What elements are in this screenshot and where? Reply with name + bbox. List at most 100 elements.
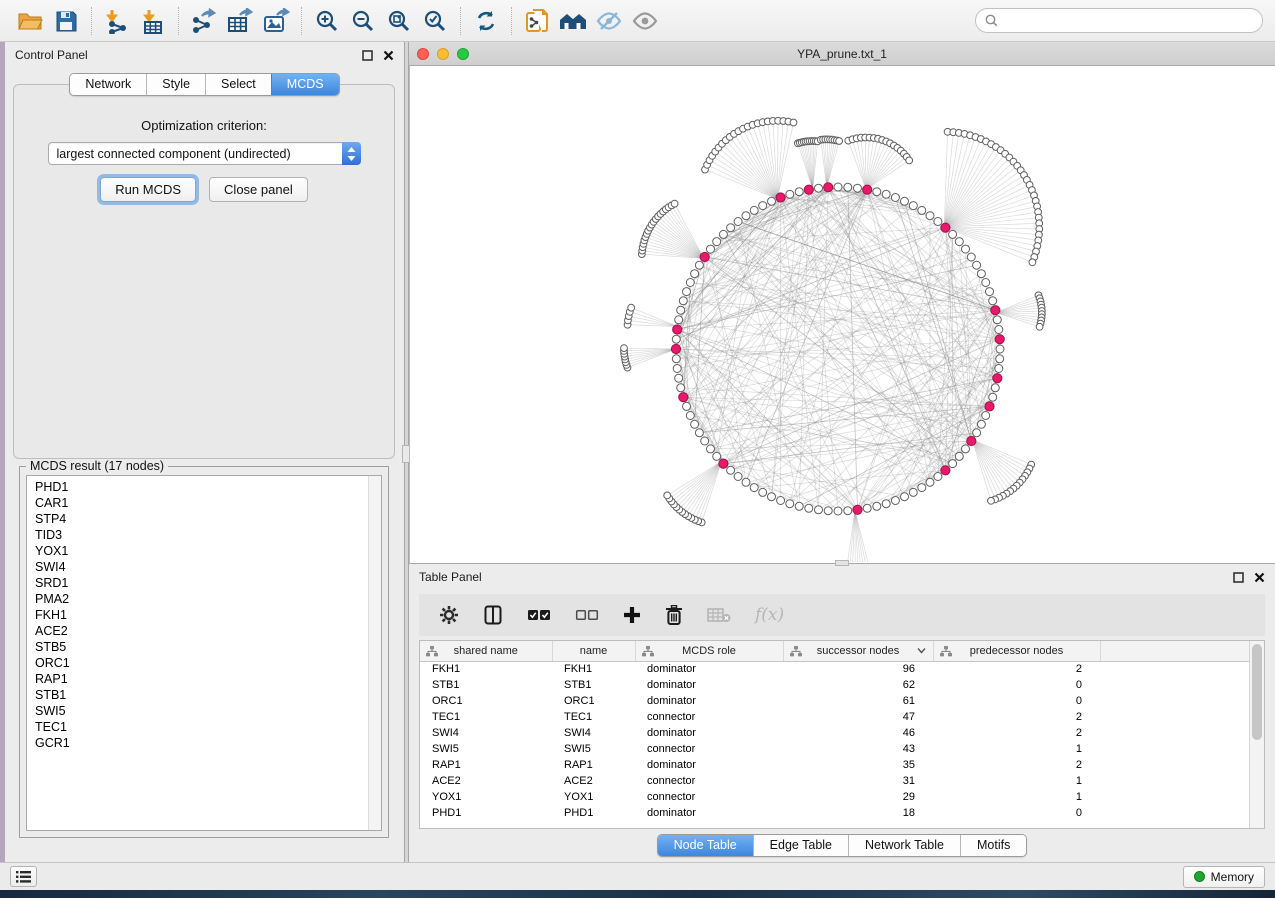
network-node[interactable] — [675, 316, 683, 324]
table-row[interactable]: SWI4SWI4dominator462 — [420, 725, 1251, 741]
network-node[interactable] — [795, 188, 803, 196]
network-node[interactable] — [982, 412, 990, 420]
network-node[interactable] — [955, 238, 963, 246]
mcds-result-item[interactable]: TEC1 — [27, 719, 381, 735]
network-node[interactable] — [805, 504, 813, 512]
deselect-all-icon[interactable] — [575, 608, 599, 622]
network-node[interactable] — [701, 437, 709, 445]
network-node[interactable] — [795, 502, 803, 510]
add-column-icon[interactable] — [623, 606, 641, 624]
network-node[interactable] — [759, 202, 767, 210]
mcds-hub-node[interactable] — [985, 402, 994, 411]
zoom-in-icon[interactable] — [309, 6, 345, 36]
network-node[interactable] — [993, 316, 1001, 324]
network-node[interactable] — [734, 473, 742, 481]
mcds-result-item[interactable]: PMA2 — [27, 591, 381, 607]
network-node[interactable] — [844, 507, 852, 515]
mcds-result-item[interactable]: ORC1 — [27, 655, 381, 671]
network-node[interactable] — [996, 355, 1004, 363]
export-network-icon[interactable] — [186, 6, 222, 36]
network-node[interactable] — [973, 429, 981, 437]
table-row[interactable]: SWI5SWI5connector431 — [420, 741, 1251, 757]
column-header-predecessor-nodes[interactable]: predecessor nodes — [933, 641, 1100, 661]
network-node[interactable] — [815, 184, 823, 192]
show-columns-icon[interactable] — [483, 605, 503, 625]
zoom-out-icon[interactable] — [345, 6, 381, 36]
mcds-result-item[interactable]: GCR1 — [27, 735, 381, 751]
network-node[interactable] — [962, 445, 970, 453]
export-image-icon[interactable] — [258, 6, 294, 36]
mcds-result-item[interactable]: STB5 — [27, 639, 381, 655]
close-panel-icon[interactable] — [383, 50, 394, 61]
mcds-hub-node[interactable] — [700, 252, 709, 261]
table-row[interactable]: ACE2ACE2connector311 — [420, 773, 1251, 789]
network-node[interactable] — [686, 412, 694, 420]
network-node[interactable] — [891, 497, 899, 505]
show-all-icon[interactable] — [627, 6, 663, 36]
table-row[interactable]: RAP1RAP1dominator352 — [420, 757, 1251, 773]
memory-button[interactable]: Memory — [1183, 866, 1265, 888]
network-node[interactable] — [675, 374, 683, 382]
network-node[interactable] — [909, 488, 917, 496]
network-node[interactable] — [834, 507, 842, 515]
tab-node-table[interactable]: Node Table — [658, 835, 753, 856]
network-node[interactable] — [834, 183, 842, 191]
close-panel-icon[interactable] — [1254, 572, 1265, 583]
network-node[interactable] — [918, 206, 926, 214]
network-node[interactable] — [713, 452, 721, 460]
mcds-result-item[interactable]: RAP1 — [27, 671, 381, 687]
network-node[interactable] — [683, 402, 691, 410]
network-node[interactable] — [707, 245, 715, 253]
mcds-hub-node[interactable] — [679, 393, 688, 402]
tab-motifs[interactable]: Motifs — [960, 835, 1026, 856]
mcds-hub-node[interactable] — [776, 193, 785, 202]
table-settings-gear-icon[interactable] — [439, 605, 459, 625]
network-node[interactable] — [901, 493, 909, 501]
column-header-shared-name[interactable]: shared name — [420, 641, 552, 661]
network-node[interactable] — [995, 365, 1003, 373]
run-mcds-button[interactable]: Run MCDS — [100, 177, 196, 202]
table-scrollbar-thumb[interactable] — [1252, 644, 1262, 740]
network-node[interactable] — [863, 504, 871, 512]
search-field[interactable] — [975, 8, 1263, 33]
network-node[interactable] — [955, 452, 963, 460]
network-node[interactable] — [995, 326, 1003, 334]
mcds-hub-node[interactable] — [995, 335, 1004, 344]
network-node[interactable] — [679, 297, 687, 305]
network-node[interactable] — [695, 261, 703, 269]
network-node[interactable] — [815, 506, 823, 514]
save-icon[interactable] — [48, 6, 84, 36]
mcds-hub-node[interactable] — [671, 344, 680, 353]
float-panel-icon[interactable] — [1233, 572, 1244, 583]
network-node[interactable] — [727, 224, 735, 232]
mcds-hub-node[interactable] — [673, 325, 682, 334]
network-node[interactable] — [695, 429, 703, 437]
network-node[interactable] — [901, 197, 909, 205]
open-folder-icon[interactable] — [12, 6, 48, 36]
mcds-result-list[interactable]: PHD1CAR1STP4TID3YOX1SWI4SRD1PMA2FKH1ACE2… — [26, 475, 382, 831]
import-network-icon[interactable] — [99, 6, 135, 36]
mcds-result-item[interactable]: FKH1 — [27, 607, 381, 623]
network-node[interactable] — [786, 500, 794, 508]
network-node[interactable] — [777, 497, 785, 505]
network-node[interactable] — [854, 184, 862, 192]
network-node[interactable] — [844, 183, 852, 191]
network-node[interactable] — [672, 355, 680, 363]
mcds-hub-node[interactable] — [853, 505, 862, 514]
mcds-hub-node[interactable] — [991, 306, 1000, 315]
mcds-result-item[interactable]: SRD1 — [27, 575, 381, 591]
network-node[interactable] — [934, 473, 942, 481]
mcds-hub-node[interactable] — [863, 185, 872, 194]
network-node[interactable] — [691, 420, 699, 428]
network-node[interactable] — [934, 218, 942, 226]
float-panel-icon[interactable] — [362, 50, 373, 61]
refresh-icon[interactable] — [468, 6, 504, 36]
network-node[interactable] — [949, 230, 957, 238]
search-input[interactable] — [1003, 14, 1253, 28]
network-node[interactable] — [996, 345, 1004, 353]
network-node[interactable] — [673, 365, 681, 373]
export-table-icon[interactable] — [222, 6, 258, 36]
network-node[interactable] — [882, 190, 890, 198]
table-row[interactable]: STB1STB1dominator620 — [420, 677, 1251, 693]
network-node[interactable] — [926, 212, 934, 220]
